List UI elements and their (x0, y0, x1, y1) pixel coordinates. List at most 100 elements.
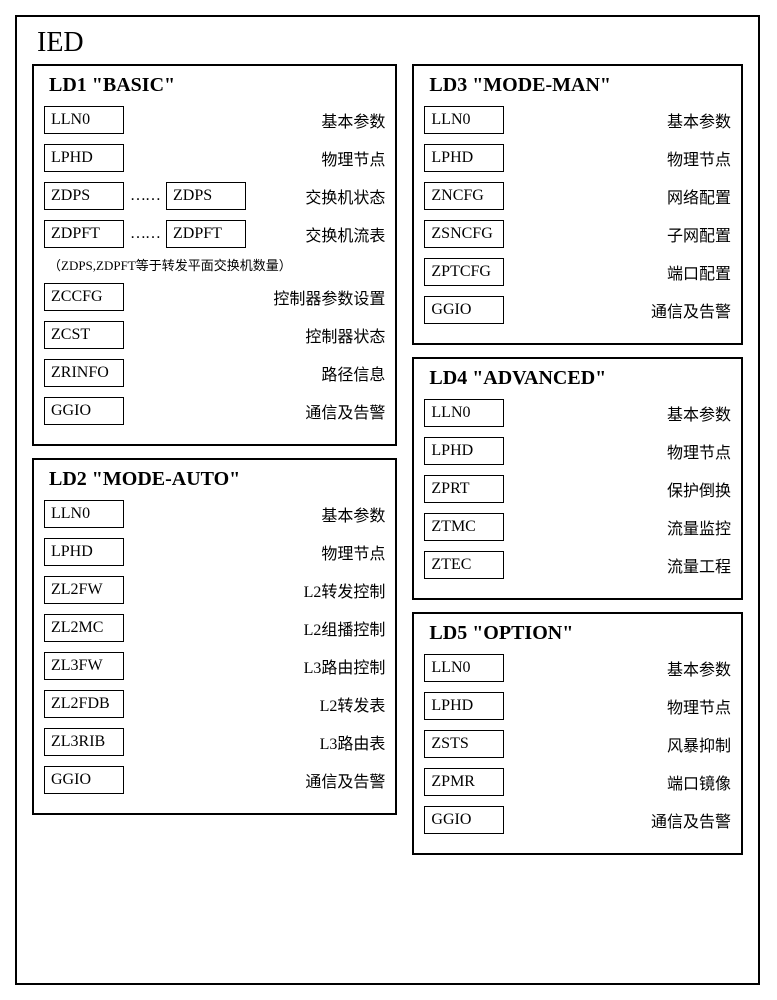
ld4-row: LLN0 基本参数 (424, 396, 731, 430)
ld3-row: ZPTCFG 端口配置 (424, 255, 731, 289)
row-label: 端口镜像 (667, 770, 731, 794)
ellipsis-icon: …… (124, 187, 166, 205)
ld2-row: LPHD 物理节点 (44, 535, 385, 569)
node-zprt: ZPRT (424, 475, 504, 503)
row-label: 物理节点 (321, 540, 385, 564)
col-right: LD3 "MODE-MAN" LLN0 基本参数 LPHD 物理节点 ZNCFG… (412, 64, 743, 855)
row-label: 基本参数 (667, 656, 731, 680)
ld3-row: ZSNCFG 子网配置 (424, 217, 731, 251)
node-lln0: LLN0 (44, 500, 124, 528)
node-lphd: LPHD (44, 538, 124, 566)
ld3-row: ZNCFG 网络配置 (424, 179, 731, 213)
ld2-row: ZL2FW L2转发控制 (44, 573, 385, 607)
node-lln0: LLN0 (424, 399, 504, 427)
node-zsts: ZSTS (424, 730, 504, 758)
ld2-title: LD2 "MODE-AUTO" (49, 468, 385, 491)
row-label: 交换机状态 (305, 184, 385, 208)
node-zdpft: ZDPFT (44, 220, 124, 248)
ld1-row: ZDPS …… ZDPS 交换机状态 (44, 179, 385, 213)
row-label: 通信及告警 (651, 808, 731, 832)
ld3-title: LD3 "MODE-MAN" (429, 74, 731, 97)
ellipsis-icon: …… (124, 225, 166, 243)
node-zcst: ZCST (44, 321, 124, 349)
ld1-box: LD1 "BASIC" LLN0 基本参数 LPHD 物理节点 ZDPS …… … (32, 64, 397, 446)
ld3-box: LD3 "MODE-MAN" LLN0 基本参数 LPHD 物理节点 ZNCFG… (412, 64, 743, 345)
node-zrinfo: ZRINFO (44, 359, 124, 387)
node-zl2mc: ZL2MC (44, 614, 124, 642)
node-zncfg: ZNCFG (424, 182, 504, 210)
row-label: 子网配置 (667, 222, 731, 246)
ld5-row: ZPMR 端口镜像 (424, 765, 731, 799)
columns: LD1 "BASIC" LLN0 基本参数 LPHD 物理节点 ZDPS …… … (32, 64, 743, 855)
row-label: 控制器参数设置 (273, 285, 385, 309)
ld1-row: ZCCFG 控制器参数设置 (44, 280, 385, 314)
node-lln0: LLN0 (44, 106, 124, 134)
node-zdps: ZDPS (44, 182, 124, 210)
ld4-row: ZTEC 流量工程 (424, 548, 731, 582)
node-zl2fw: ZL2FW (44, 576, 124, 604)
row-label: 基本参数 (667, 108, 731, 132)
node-lphd: LPHD (424, 437, 504, 465)
ld2-box: LD2 "MODE-AUTO" LLN0 基本参数 LPHD 物理节点 ZL2F… (32, 458, 397, 815)
row-label: 网络配置 (667, 184, 731, 208)
row-label: L2转发控制 (304, 578, 386, 602)
node-zdps: ZDPS (166, 182, 246, 210)
ld2-row: ZL2FDB L2转发表 (44, 687, 385, 721)
row-label: 物理节点 (667, 146, 731, 170)
row-label: L2组播控制 (304, 616, 386, 640)
node-zccfg: ZCCFG (44, 283, 124, 311)
ld1-title: LD1 "BASIC" (49, 74, 385, 97)
node-ztmc: ZTMC (424, 513, 504, 541)
node-ggio: GGIO (44, 766, 124, 794)
ld5-row: GGIO 通信及告警 (424, 803, 731, 837)
node-zpmr: ZPMR (424, 768, 504, 796)
node-zl2fdb: ZL2FDB (44, 690, 124, 718)
node-ggio: GGIO (424, 806, 504, 834)
ld2-row: GGIO 通信及告警 (44, 763, 385, 797)
ld1-row: ZDPFT …… ZDPFT 交换机流表 (44, 217, 385, 251)
ld4-row: ZTMC 流量监控 (424, 510, 731, 544)
row-label: 通信及告警 (305, 399, 385, 423)
row-label: 风暴抑制 (667, 732, 731, 756)
ld1-row: ZCST 控制器状态 (44, 318, 385, 352)
ld5-row: LLN0 基本参数 (424, 651, 731, 685)
node-lln0: LLN0 (424, 654, 504, 682)
row-label: L3路由表 (320, 730, 386, 754)
node-zl3rib: ZL3RIB (44, 728, 124, 756)
ld1-row: LLN0 基本参数 (44, 103, 385, 137)
ld3-row: LLN0 基本参数 (424, 103, 731, 137)
node-ggio: GGIO (44, 397, 124, 425)
ld4-title: LD4 "ADVANCED" (429, 367, 731, 390)
node-lphd: LPHD (424, 692, 504, 720)
node-lphd: LPHD (44, 144, 124, 172)
ld2-row: ZL3RIB L3路由表 (44, 725, 385, 759)
row-label: 基本参数 (667, 401, 731, 425)
ld5-box: LD5 "OPTION" LLN0 基本参数 LPHD 物理节点 ZSTS 风暴… (412, 612, 743, 855)
row-label: 基本参数 (321, 502, 385, 526)
ied-container: IED LD1 "BASIC" LLN0 基本参数 LPHD 物理节点 ZDPS… (15, 15, 760, 985)
node-ztec: ZTEC (424, 551, 504, 579)
ld2-row: ZL2MC L2组播控制 (44, 611, 385, 645)
ld5-title: LD5 "OPTION" (429, 622, 731, 645)
row-label: L2转发表 (320, 692, 386, 716)
row-label: 流量工程 (667, 553, 731, 577)
ld2-row: LLN0 基本参数 (44, 497, 385, 531)
node-zptcfg: ZPTCFG (424, 258, 504, 286)
col-left: LD1 "BASIC" LLN0 基本参数 LPHD 物理节点 ZDPS …… … (32, 64, 397, 855)
ied-title: IED (37, 27, 743, 59)
ld1-note: （ZDPS,ZDPFT等于转发平面交换机数量） (48, 255, 385, 274)
ld1-row: ZRINFO 路径信息 (44, 356, 385, 390)
row-label: 通信及告警 (305, 768, 385, 792)
row-label: 路径信息 (321, 361, 385, 385)
ld1-row: LPHD 物理节点 (44, 141, 385, 175)
row-label: 流量监控 (667, 515, 731, 539)
ld4-row: LPHD 物理节点 (424, 434, 731, 468)
row-label: 通信及告警 (651, 298, 731, 322)
ld5-row: LPHD 物理节点 (424, 689, 731, 723)
row-label: 交换机流表 (305, 222, 385, 246)
ld3-row: GGIO 通信及告警 (424, 293, 731, 327)
ld5-row: ZSTS 风暴抑制 (424, 727, 731, 761)
node-zsncfg: ZSNCFG (424, 220, 504, 248)
node-ggio: GGIO (424, 296, 504, 324)
row-label: L3路由控制 (304, 654, 386, 678)
